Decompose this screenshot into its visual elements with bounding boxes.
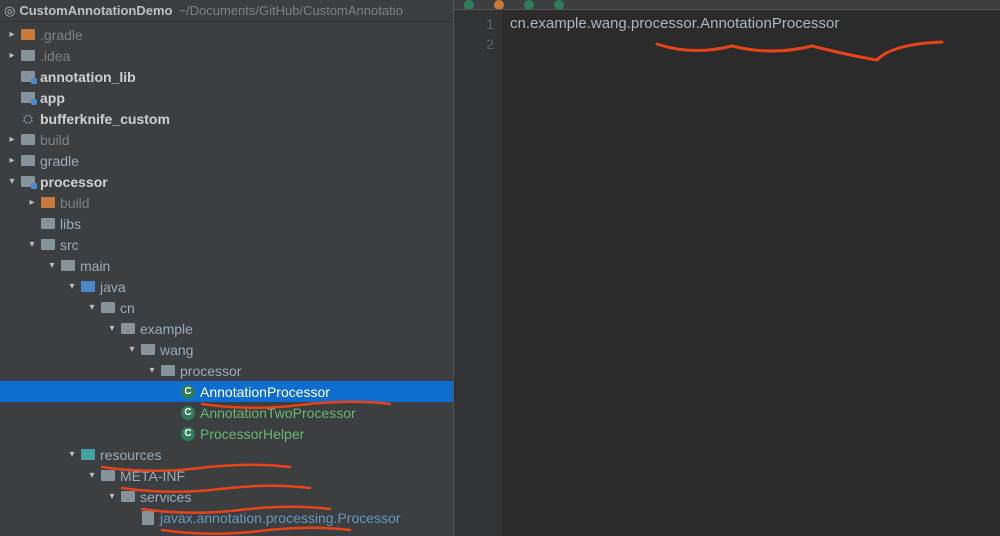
tree-node[interactable]: wang bbox=[0, 339, 453, 360]
tree-node-label: app bbox=[40, 90, 65, 106]
project-name: CustomAnnotationDemo bbox=[19, 3, 172, 18]
tree-node-label: .gradle bbox=[40, 27, 83, 43]
tree-node-label: libs bbox=[60, 216, 81, 232]
tree-node-label: example bbox=[140, 321, 193, 337]
code-line: cn.example.wang.processor.AnnotationProc… bbox=[510, 14, 992, 34]
tree-node[interactable]: build bbox=[0, 129, 453, 150]
expand-arrow-icon[interactable] bbox=[26, 239, 38, 250]
expand-arrow-icon[interactable] bbox=[46, 260, 58, 271]
tree-node-label: build bbox=[60, 195, 90, 211]
expand-arrow-icon[interactable] bbox=[6, 134, 18, 145]
project-path: ~/Documents/GitHub/CustomAnnotatio bbox=[178, 3, 402, 18]
file-icon bbox=[554, 0, 564, 10]
tree-node[interactable]: .idea bbox=[0, 45, 453, 66]
expand-arrow-icon[interactable] bbox=[26, 197, 38, 208]
expand-arrow-icon[interactable] bbox=[6, 50, 18, 61]
tree-node-label: cn bbox=[120, 300, 135, 316]
tree-node[interactable]: processor bbox=[0, 360, 453, 381]
tree-node[interactable]: ⛭bufferknife_custom bbox=[0, 108, 453, 129]
file-icon bbox=[494, 0, 504, 10]
source-folder-icon bbox=[80, 279, 96, 295]
tree-node[interactable]: annotation_lib bbox=[0, 66, 453, 87]
editor-pane: 1 2 cn.example.wang.processor.Annotation… bbox=[454, 0, 1000, 536]
editor-tabs[interactable] bbox=[454, 0, 1000, 10]
file-icon bbox=[464, 0, 474, 10]
tree-node-label: gradle bbox=[40, 153, 79, 169]
tree-node-label: main bbox=[80, 258, 110, 274]
tree-node[interactable]: gradle bbox=[0, 150, 453, 171]
class-icon: C bbox=[180, 405, 196, 421]
editor-tab[interactable] bbox=[514, 0, 544, 9]
project-tree[interactable]: .gradle.ideaannotation_libapp⛭bufferknif… bbox=[0, 22, 453, 536]
folder-excluded-icon bbox=[20, 27, 36, 43]
expand-arrow-icon[interactable] bbox=[6, 155, 18, 166]
gradle-module-icon: ⛭ bbox=[20, 111, 36, 127]
tree-node-label: java bbox=[100, 279, 126, 295]
tree-node[interactable]: src bbox=[0, 234, 453, 255]
expand-arrow-icon[interactable] bbox=[86, 302, 98, 313]
line-number: 1 bbox=[454, 14, 494, 34]
expand-arrow-icon[interactable] bbox=[106, 323, 118, 334]
folder-icon bbox=[160, 363, 176, 379]
tree-node-label: bufferknife_custom bbox=[40, 111, 170, 127]
line-gutter: 1 2 bbox=[454, 10, 502, 536]
folder-icon bbox=[60, 258, 76, 274]
expand-arrow-icon[interactable] bbox=[126, 344, 138, 355]
folder-icon bbox=[20, 48, 36, 64]
tree-node[interactable]: app bbox=[0, 87, 453, 108]
project-tool-window: ◎ CustomAnnotationDemo ~/Documents/GitHu… bbox=[0, 0, 454, 536]
editor-tab[interactable] bbox=[454, 0, 484, 9]
expand-arrow-icon[interactable] bbox=[66, 449, 78, 460]
folder-icon bbox=[20, 153, 36, 169]
expand-arrow-icon[interactable] bbox=[6, 29, 18, 40]
folder-excluded-icon bbox=[40, 195, 56, 211]
folder-icon bbox=[20, 132, 36, 148]
resources-folder-icon bbox=[80, 447, 96, 463]
tree-node-label: processor bbox=[40, 174, 108, 190]
tree-node-label: annotation_lib bbox=[40, 69, 136, 85]
expand-arrow-icon[interactable] bbox=[146, 365, 158, 376]
editor-tab[interactable] bbox=[544, 0, 574, 9]
tree-node[interactable]: libs bbox=[0, 213, 453, 234]
expand-arrow-icon[interactable] bbox=[66, 281, 78, 292]
tree-node[interactable]: resources bbox=[0, 444, 453, 465]
class-icon: C bbox=[180, 384, 196, 400]
tree-node-label: .idea bbox=[40, 48, 70, 64]
expand-arrow-icon[interactable] bbox=[6, 176, 18, 187]
tree-node[interactable]: cn bbox=[0, 297, 453, 318]
class-icon: C bbox=[180, 426, 196, 442]
line-number: 2 bbox=[454, 34, 494, 54]
module-icon bbox=[20, 174, 36, 190]
editor-tab[interactable] bbox=[484, 0, 514, 9]
project-header[interactable]: ◎ CustomAnnotationDemo ~/Documents/GitHu… bbox=[0, 0, 453, 22]
tree-node[interactable]: CProcessorHelper bbox=[0, 423, 453, 444]
tree-node-label: src bbox=[60, 237, 79, 253]
locate-icon: ◎ bbox=[4, 3, 15, 19]
expand-arrow-icon[interactable] bbox=[86, 470, 98, 481]
expand-arrow-icon[interactable] bbox=[106, 491, 118, 502]
tree-node[interactable]: main bbox=[0, 255, 453, 276]
module-icon bbox=[20, 69, 36, 85]
folder-icon bbox=[40, 216, 56, 232]
tree-node-label: wang bbox=[160, 342, 193, 358]
folder-icon bbox=[40, 237, 56, 253]
tree-node[interactable]: build bbox=[0, 192, 453, 213]
freehand-annotation-icon bbox=[652, 34, 952, 64]
code-area[interactable]: cn.example.wang.processor.AnnotationProc… bbox=[502, 10, 1000, 536]
tree-node[interactable]: .gradle bbox=[0, 24, 453, 45]
folder-icon bbox=[140, 342, 156, 358]
tree-node-label: processor bbox=[180, 363, 241, 379]
folder-icon bbox=[120, 321, 136, 337]
tree-node[interactable]: processor bbox=[0, 171, 453, 192]
tree-node[interactable]: java bbox=[0, 276, 453, 297]
file-icon bbox=[524, 0, 534, 10]
editor-body: 1 2 cn.example.wang.processor.Annotation… bbox=[454, 10, 1000, 536]
tree-node[interactable]: example bbox=[0, 318, 453, 339]
tree-node-label: ProcessorHelper bbox=[200, 426, 304, 442]
folder-icon bbox=[100, 300, 116, 316]
tree-node-label: build bbox=[40, 132, 70, 148]
module-icon bbox=[20, 90, 36, 106]
